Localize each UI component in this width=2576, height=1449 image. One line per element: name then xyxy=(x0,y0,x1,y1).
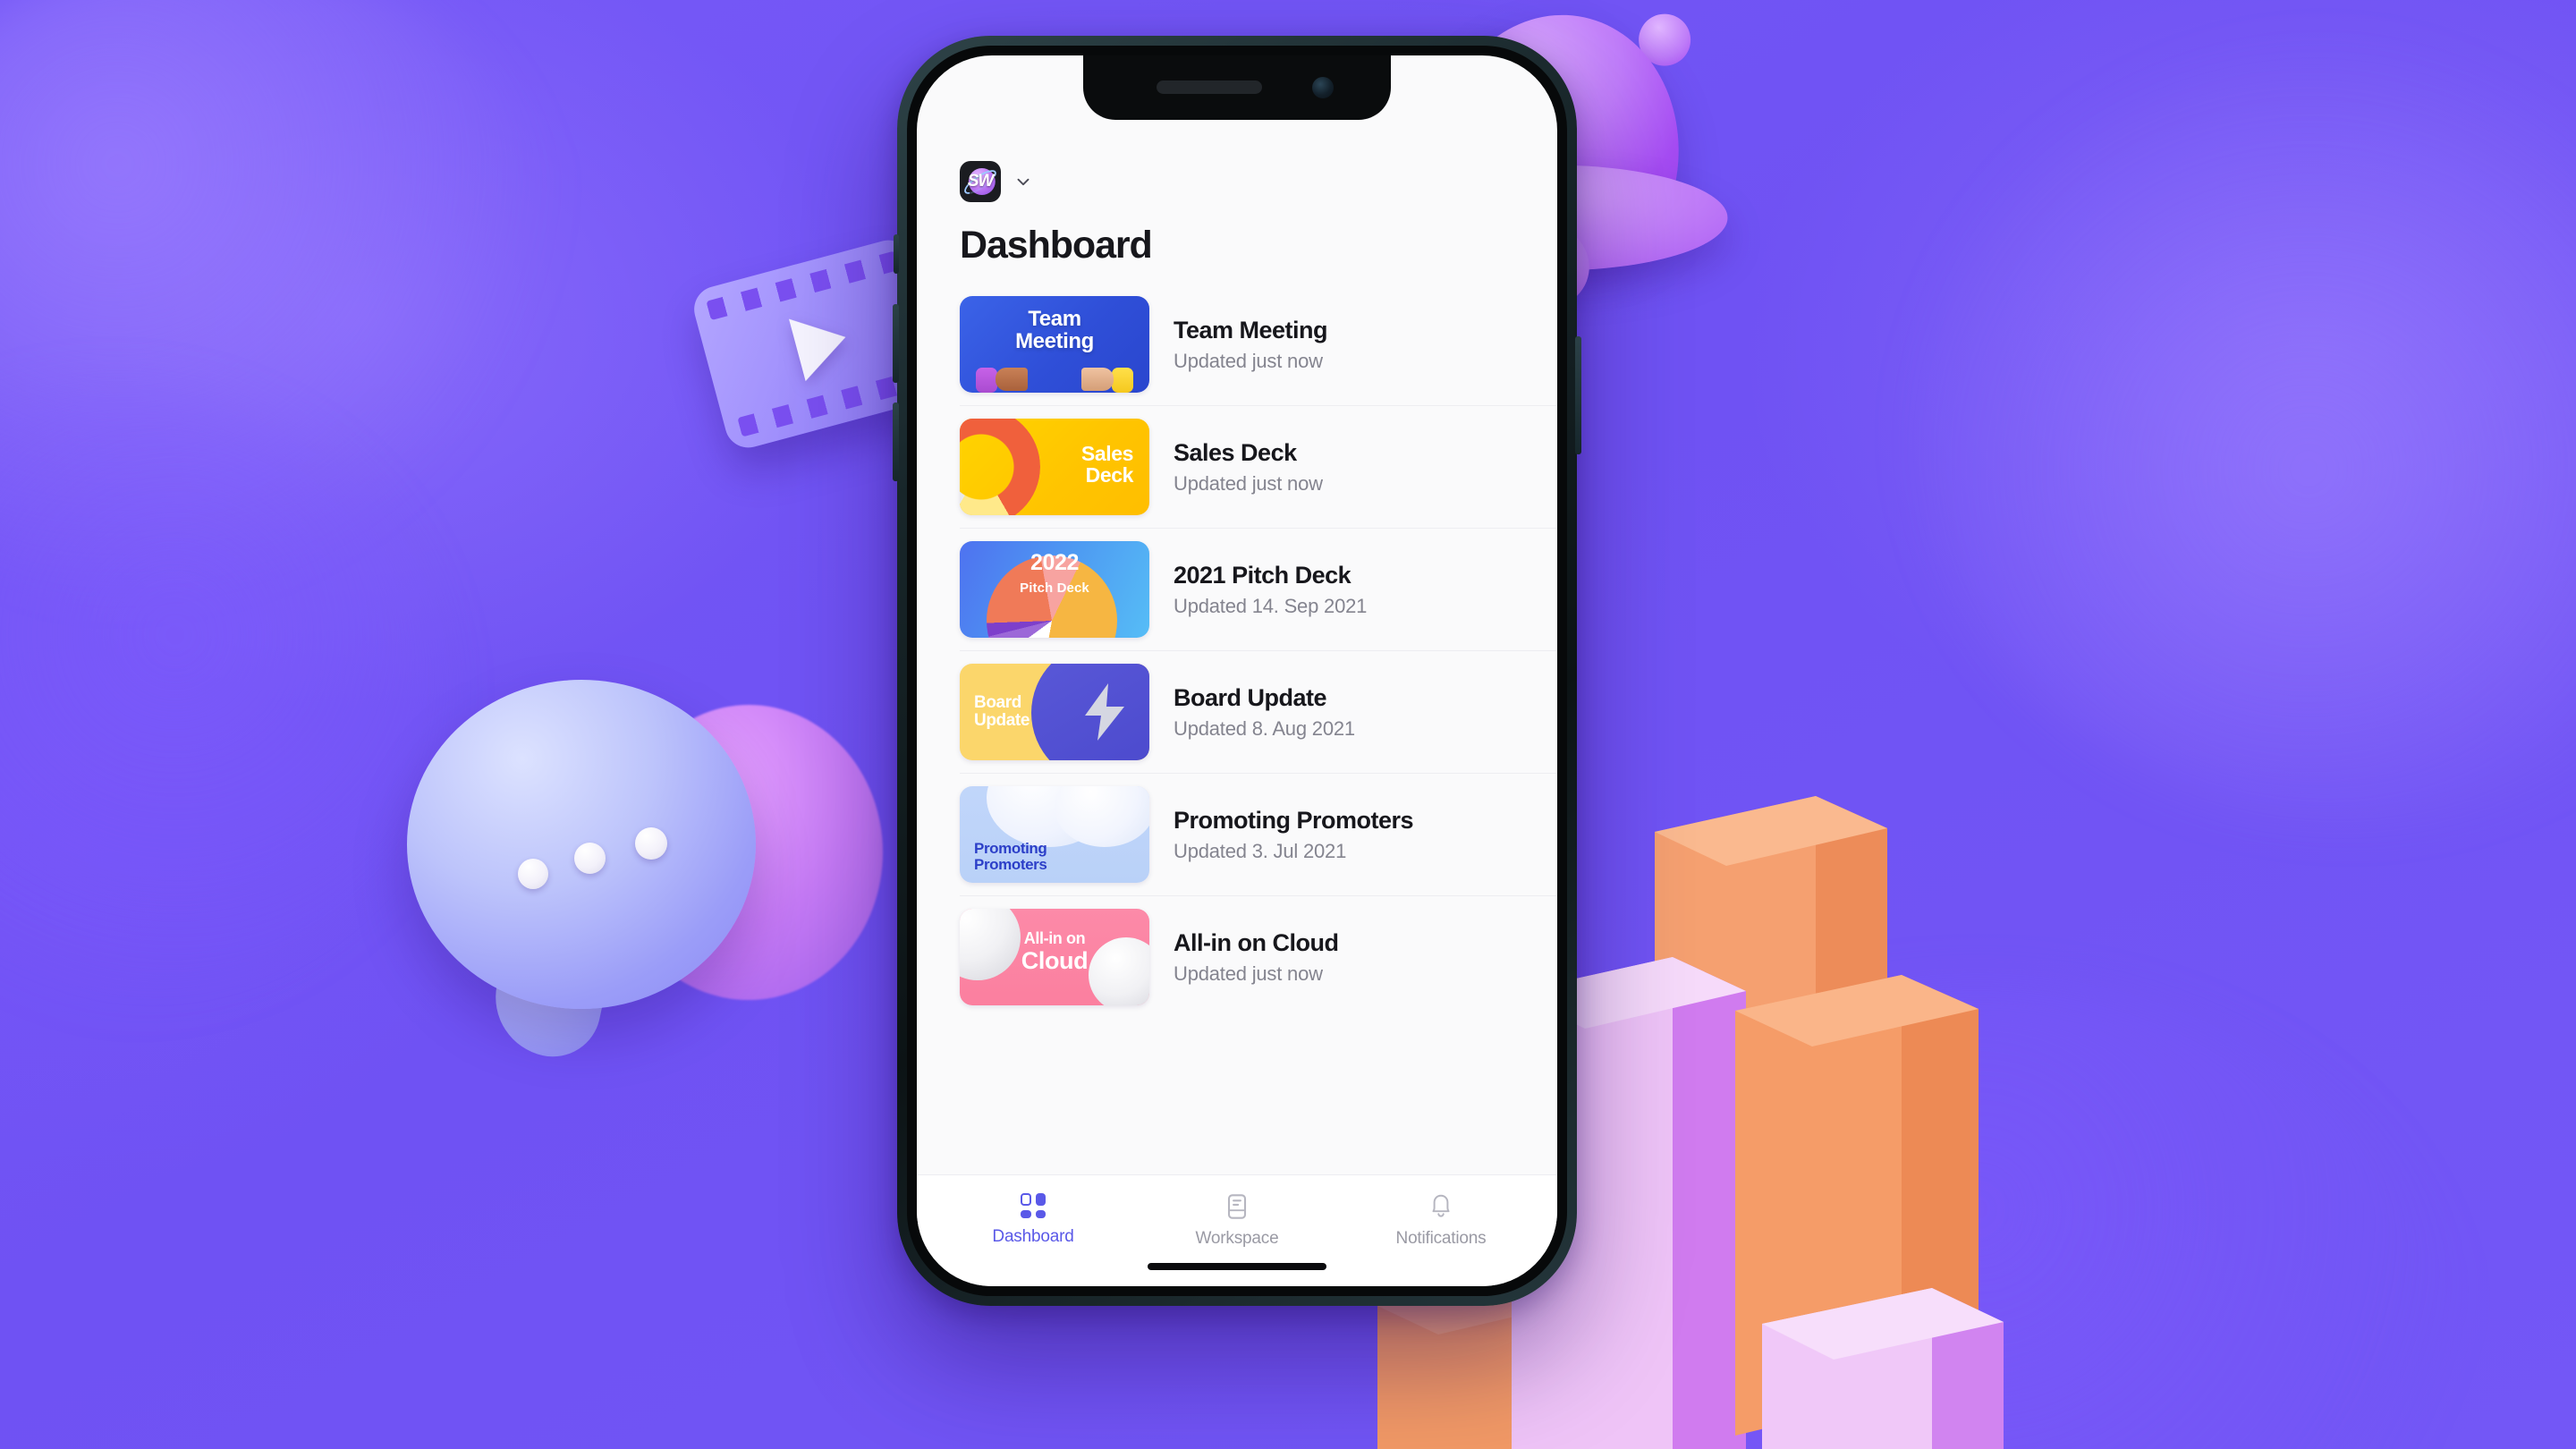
bottom-tab-bar: Dashboard Workspace Notifications xyxy=(917,1174,1557,1254)
page-title: Dashboard xyxy=(960,224,1153,267)
document-title: Promoting Promoters xyxy=(1174,806,1414,834)
document-title: All-in on Cloud xyxy=(1174,928,1339,956)
document-title: 2021 Pitch Deck xyxy=(1174,561,1352,589)
tab-notifications[interactable]: Notifications xyxy=(1369,1193,1513,1249)
chat-bubble-3d-icon xyxy=(407,680,883,1066)
document-icon xyxy=(1227,1194,1247,1219)
grid-icon xyxy=(1021,1193,1046,1218)
document-thumbnail: 2022 Pitch Deck xyxy=(960,541,1149,638)
document-title: Board Update xyxy=(1174,683,1327,711)
thumbnail-label: All-in on Cloud xyxy=(1021,929,1089,974)
play-triangle-icon xyxy=(788,305,854,381)
fist-left-icon xyxy=(996,368,1028,391)
logo-text: SW xyxy=(967,172,995,191)
chevron-down-icon[interactable] xyxy=(1013,172,1033,191)
thumbnail-label: Board Update xyxy=(974,693,1030,730)
list-item[interactable]: All-in on Cloud All-in on Cloud Updated j… xyxy=(960,896,1557,1018)
chat-bubble-blue-shape xyxy=(407,680,756,1009)
phone-bezel: SW Dashboard Team Meeting Team Meeting U… xyxy=(907,46,1567,1296)
list-item[interactable]: Board Update Board Update Updated 8. Aug … xyxy=(960,651,1557,774)
document-subtitle: Updated 3. Jul 2021 xyxy=(1174,839,1347,862)
phone-frame: SW Dashboard Team Meeting Team Meeting U… xyxy=(893,36,1581,1306)
donut-chart-icon xyxy=(960,419,1040,515)
list-item[interactable]: Promoting Promoters Promoting Promoters U… xyxy=(960,774,1557,896)
earpiece-speaker-icon xyxy=(1157,80,1262,94)
volume-down-button[interactable] xyxy=(893,402,899,481)
thumbnail-label: Promoting Promoters xyxy=(974,840,1047,873)
document-thumbnail: Board Update xyxy=(960,664,1149,760)
fist-left-sleeve xyxy=(976,368,997,393)
volume-up-button[interactable] xyxy=(893,304,899,383)
thumbnail-label: Team Meeting xyxy=(1015,307,1094,353)
document-title: Sales Deck xyxy=(1174,438,1297,466)
thumbnail-label: Sales Deck xyxy=(1080,442,1134,487)
list-item[interactable]: Sales Deck Sales Deck Updated just now xyxy=(960,406,1557,529)
document-thumbnail: Team Meeting xyxy=(960,296,1149,393)
tab-workspace[interactable]: Workspace xyxy=(1165,1193,1309,1249)
tab-dashboard[interactable]: Dashboard xyxy=(962,1193,1105,1247)
chat-dot-1 xyxy=(518,859,548,889)
document-thumbnail: All-in on Cloud xyxy=(960,909,1149,1005)
background-blob-top-right xyxy=(1914,36,2576,823)
tab-label: Dashboard xyxy=(992,1227,1074,1246)
list-item-text: Promoting Promoters Updated 3. Jul 2021 xyxy=(1174,806,1414,863)
thumbnail-label: 2022 xyxy=(1030,550,1079,575)
chat-dot-3 xyxy=(635,827,667,860)
document-subtitle: Updated 14. Sep 2021 xyxy=(1174,594,1368,617)
bell-icon xyxy=(1432,1194,1450,1217)
phone-screen: SW Dashboard Team Meeting Team Meeting U… xyxy=(917,55,1557,1286)
sw-workspace-logo[interactable]: SW xyxy=(960,161,1001,202)
list-item-text: Team Meeting Updated just now xyxy=(1174,316,1328,373)
list-item-text: All-in on Cloud Updated just now xyxy=(1174,928,1339,986)
mute-switch[interactable] xyxy=(894,234,899,274)
document-subtitle: Updated just now xyxy=(1174,962,1323,985)
list-item-text: Sales Deck Updated just now xyxy=(1174,439,1323,496)
phone-notch xyxy=(1083,55,1391,120)
document-title: Team Meeting xyxy=(1174,316,1328,343)
document-thumbnail: Promoting Promoters xyxy=(960,786,1149,883)
document-list[interactable]: Team Meeting Team Meeting Updated just no… xyxy=(917,284,1557,1174)
fist-right-icon xyxy=(1081,368,1114,391)
document-subtitle: Updated 8. Aug 2021 xyxy=(1174,716,1355,740)
list-item-text: Board Update Updated 8. Aug 2021 xyxy=(1174,684,1355,741)
document-thumbnail: Sales Deck xyxy=(960,419,1149,515)
tab-label: Notifications xyxy=(1395,1229,1487,1248)
thumbnail-sublabel: Pitch Deck xyxy=(1020,580,1089,596)
document-subtitle: Updated just now xyxy=(1174,471,1323,495)
front-camera-icon xyxy=(1312,77,1334,98)
list-item[interactable]: Team Meeting Team Meeting Updated just no… xyxy=(960,284,1557,406)
home-indicator-area xyxy=(917,1254,1557,1286)
app-container: SW Dashboard Team Meeting Team Meeting U… xyxy=(917,55,1557,1286)
tab-label: Workspace xyxy=(1195,1229,1279,1248)
chat-dot-2 xyxy=(574,843,606,874)
document-subtitle: Updated just now xyxy=(1174,349,1323,372)
home-indicator[interactable] xyxy=(1148,1263,1326,1270)
list-item[interactable]: 2022 Pitch Deck 2021 Pitch Deck Updated … xyxy=(960,529,1557,651)
fist-right-sleeve xyxy=(1112,368,1133,393)
lightning-bolt-icon xyxy=(1085,683,1124,741)
list-item-text: 2021 Pitch Deck Updated 14. Sep 2021 xyxy=(1174,562,1367,618)
power-button[interactable] xyxy=(1575,336,1581,454)
